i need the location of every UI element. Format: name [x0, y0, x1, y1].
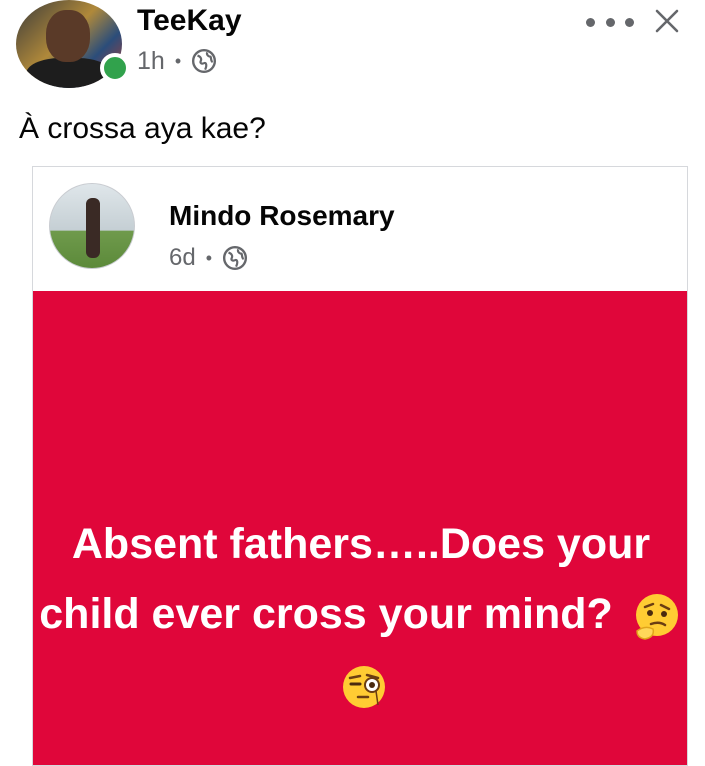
online-status-dot — [100, 53, 130, 83]
more-dot — [625, 17, 634, 27]
thinking-face-emoji — [635, 593, 678, 640]
meta-separator: • — [174, 50, 182, 71]
more-options-icon[interactable] — [586, 7, 634, 37]
text-background-panel: Absent fathers…..Does your child ever cr… — [33, 291, 687, 765]
shared-post-text-content: Absent fathers…..Does your child ever cr… — [39, 520, 651, 638]
shared-post-time[interactable]: 6d — [169, 244, 196, 272]
shared-author-name[interactable]: Mindo Rosemary — [169, 200, 395, 232]
post-caption: À crossa aya kae? — [19, 112, 266, 145]
face-with-monocle-emoji — [343, 665, 385, 708]
avatar-figure — [86, 198, 100, 258]
globe-icon[interactable] — [191, 48, 217, 74]
post-time[interactable]: 1h — [137, 47, 165, 76]
author-name[interactable]: TeeKay — [137, 4, 242, 38]
shared-post-text: Absent fathers…..Does your child ever cr… — [33, 509, 687, 719]
meta-separator: • — [205, 247, 213, 268]
globe-icon[interactable] — [222, 245, 248, 271]
avatar-shirt — [26, 58, 112, 88]
shared-post-header: Mindo Rosemary 6d • — [33, 167, 687, 291]
avatar-face — [46, 10, 90, 62]
shared-post-card[interactable]: Mindo Rosemary 6d • Absent fathers…..Doe… — [32, 166, 688, 766]
shared-post-meta: 6d • — [169, 243, 248, 273]
post-header: TeeKay 1h • — [0, 0, 705, 100]
shared-author-avatar[interactable] — [49, 183, 135, 269]
close-icon[interactable] — [652, 6, 682, 36]
more-dot — [605, 17, 615, 27]
post-meta: 1h • — [137, 46, 217, 76]
more-dot — [586, 17, 595, 27]
